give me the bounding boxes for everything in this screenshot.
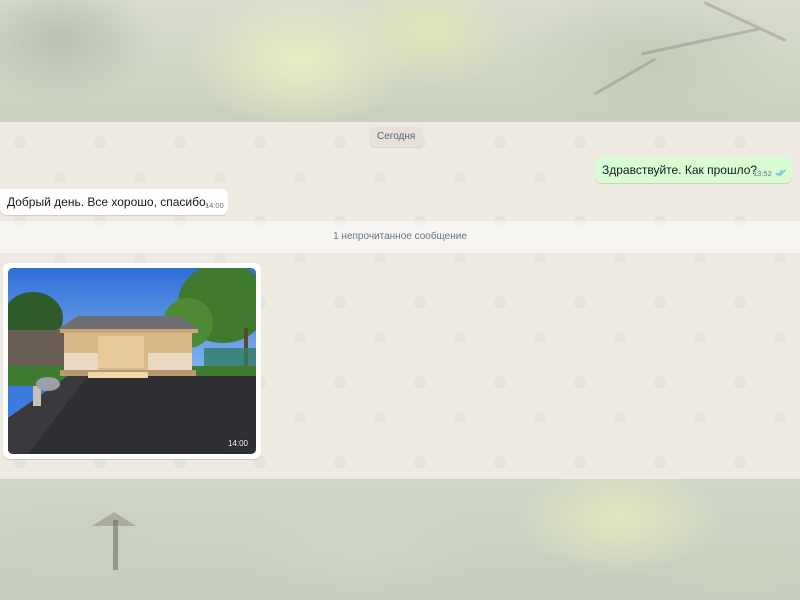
double-check-icon <box>775 169 786 177</box>
image-message[interactable]: 14:00 <box>3 263 261 459</box>
message-text: Здравствуйте. Как прошло? <box>602 163 758 177</box>
gazebo-photo <box>8 268 256 454</box>
garden-lamp-post <box>113 520 118 570</box>
date-separator: Сегодня <box>369 127 424 147</box>
unread-divider: 1 непрочитанное сообщение <box>0 220 800 254</box>
unread-label: 1 непрочитанное сообщение <box>333 231 467 242</box>
photo-thumbnail[interactable]: 14:00 <box>8 268 256 454</box>
message-time: 14:00 <box>205 201 224 210</box>
incoming-message[interactable]: Добрый день. Все хорошо, спасибо. 14:00 <box>0 189 228 215</box>
background-garden-top <box>0 0 800 122</box>
background-garden-bottom <box>0 479 800 600</box>
message-text: Добрый день. Все хорошо, спасибо. <box>7 195 209 209</box>
message-time: 13:52 <box>753 169 772 178</box>
outgoing-message[interactable]: Здравствуйте. Как прошло? 13:52 <box>595 157 792 183</box>
message-time: 14:00 <box>227 439 248 448</box>
chat-panel[interactable]: Сегодня Здравствуйте. Как прошло? 13:52 … <box>0 122 800 479</box>
